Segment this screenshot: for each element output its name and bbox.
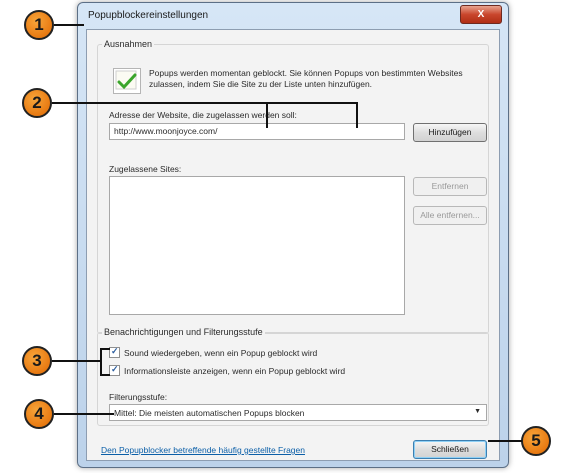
dialog-body: Ausnahmen Popups werden momentan geblock… xyxy=(86,29,500,461)
website-address-input[interactable]: http://www.moonjoyce.com/ xyxy=(109,123,405,140)
callout-1: 1 xyxy=(24,10,54,40)
callout-2-leader xyxy=(52,102,358,104)
sound-checkbox[interactable]: ✓ xyxy=(109,346,120,358)
notifications-group-title: Benachrichtigungen und Filterungsstufe xyxy=(102,327,265,337)
exceptions-group-title: Ausnahmen xyxy=(102,39,155,49)
title-bar[interactable]: Popupblockereinstellungen X xyxy=(78,3,508,29)
remove-all-button[interactable]: Alle entfernen... xyxy=(413,206,487,225)
close-button[interactable]: Schließen xyxy=(413,440,487,459)
checkmark-icon: ✓ xyxy=(111,364,119,374)
filter-level-label: Filterungsstufe: xyxy=(109,392,168,402)
callout-3-leader-bottom xyxy=(100,374,110,376)
callout-2: 2 xyxy=(22,88,52,118)
callout-3-leader-top xyxy=(100,348,110,350)
callout-5: 5 xyxy=(521,426,551,456)
allowed-sites-list[interactable] xyxy=(109,176,405,315)
infobar-checkbox[interactable]: ✓ xyxy=(109,364,120,376)
exceptions-info-text: Popups werden momentan geblockt. Sie kön… xyxy=(149,68,463,89)
callout-3: 3 xyxy=(22,346,52,376)
infobar-checkbox-row[interactable]: ✓ Informationsleiste anzeigen, wenn ein … xyxy=(109,364,346,376)
callout-4: 4 xyxy=(24,399,54,429)
add-button[interactable]: Hinzufügen xyxy=(413,123,487,142)
callout-3-leader-bracket xyxy=(100,348,102,376)
callout-4-leader xyxy=(54,413,114,415)
popup-blocker-dialog: Popupblockereinstellungen X Ausnahmen Po… xyxy=(77,2,509,468)
sound-checkbox-label: Sound wiedergeben, wenn ein Popup gebloc… xyxy=(124,347,318,358)
callout-5-leader xyxy=(488,440,522,442)
remove-button[interactable]: Entfernen xyxy=(413,177,487,196)
callout-2-leader-branch-b xyxy=(356,102,358,128)
callout-3-leader xyxy=(52,360,102,362)
shield-check-icon xyxy=(113,68,141,94)
infobar-checkbox-label: Informationsleiste anzeigen, wenn ein Po… xyxy=(124,365,346,376)
sound-checkbox-row[interactable]: ✓ Sound wiedergeben, wenn ein Popup gebl… xyxy=(109,346,318,358)
window-title: Popupblockereinstellungen xyxy=(88,10,209,21)
allowed-sites-label: Zugelassene Sites: xyxy=(109,164,182,174)
filter-level-value: Mittel: Die meisten automatischen Popups… xyxy=(114,408,305,418)
checkmark-icon: ✓ xyxy=(111,346,119,356)
filter-level-dropdown[interactable]: Mittel: Die meisten automatischen Popups… xyxy=(109,404,487,421)
callout-1-leader xyxy=(54,24,84,26)
dropdown-arrow-icon: ▼ xyxy=(474,408,481,415)
faq-link[interactable]: Den Popupblocker betreffende häufig gest… xyxy=(101,445,305,455)
close-window-button[interactable]: X xyxy=(460,5,502,24)
address-label: Adresse der Website, die zugelassen werd… xyxy=(109,110,297,120)
callout-2-leader-branch-a xyxy=(266,102,268,128)
